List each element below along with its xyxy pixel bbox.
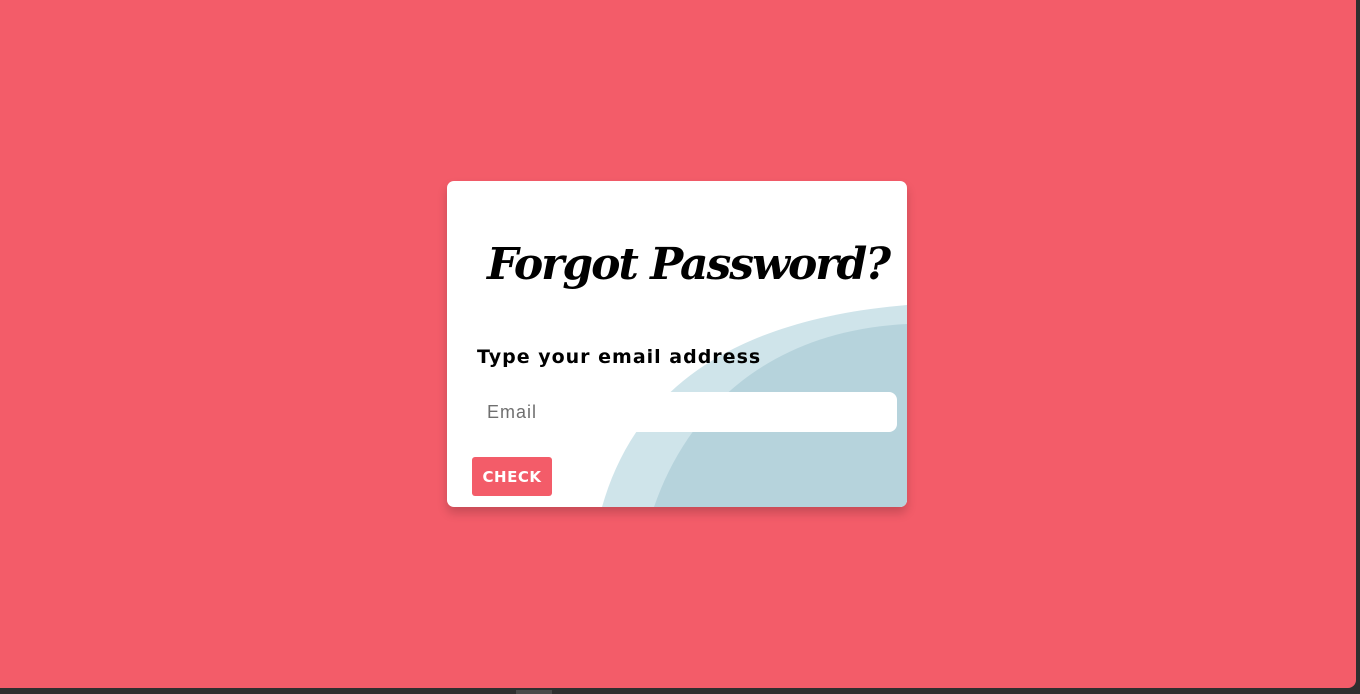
scrollbar-thumb[interactable] [516,690,552,694]
email-label: Type your email address [477,346,762,368]
page-title: Forgot Password? [487,239,891,290]
check-button[interactable]: CHECK [472,457,552,496]
window-bottom-border [0,688,1360,694]
page-background: Forgot Password? Type your email address… [0,0,1356,688]
forgot-password-card: Forgot Password? Type your email address… [447,181,907,507]
email-input[interactable] [475,392,897,432]
